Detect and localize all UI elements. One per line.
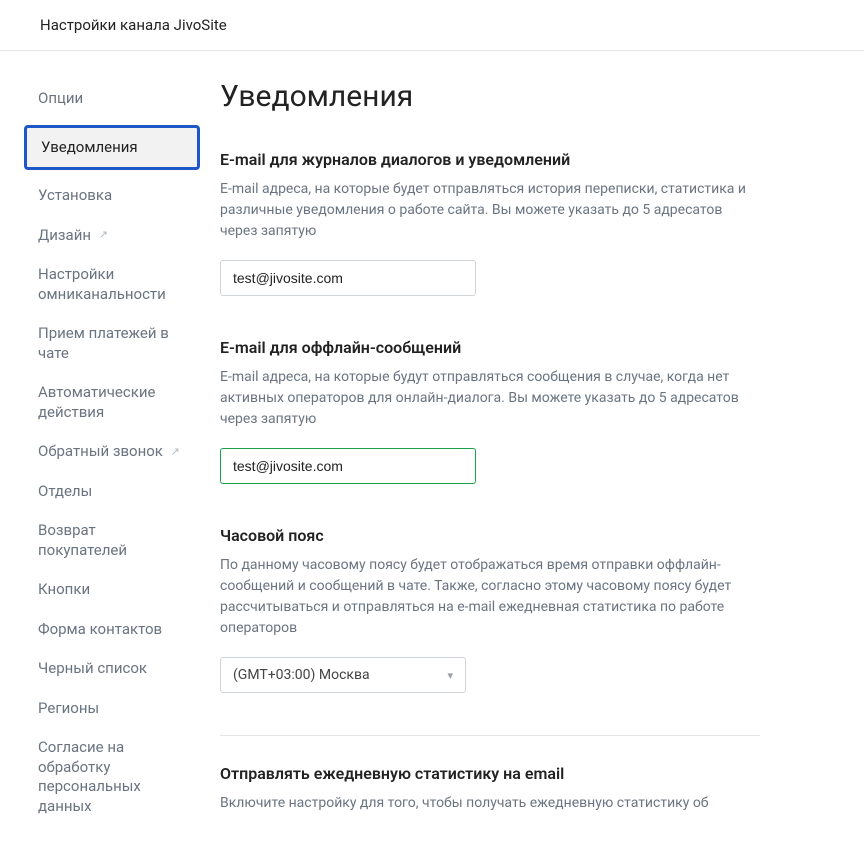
section-email-offline: E-mail для оффлайн-сообщений E-mail адре… bbox=[220, 338, 760, 484]
section-timezone: Часовой пояс По данному часовому поясу б… bbox=[220, 526, 760, 693]
sidebar-item-options[interactable]: Опции bbox=[24, 79, 200, 119]
page-title: Настройки канала JivoSite bbox=[40, 16, 227, 34]
sidebar-item-omnichannel[interactable]: Настройки омниканальности bbox=[24, 255, 200, 314]
sidebar-item-label: Уведомления bbox=[41, 138, 138, 156]
sidebar: Опции Уведомления Установка Дизайн ↗ Нас… bbox=[0, 51, 200, 856]
main-content: Уведомления E-mail для журналов диалогов… bbox=[200, 51, 800, 856]
sidebar-item-label: Установка bbox=[38, 186, 112, 204]
section-title: E-mail для оффлайн-сообщений bbox=[220, 338, 760, 357]
content-wrapper: Опции Уведомления Установка Дизайн ↗ Нас… bbox=[0, 51, 864, 856]
sidebar-item-label: Регионы bbox=[38, 699, 99, 717]
sidebar-item-departments[interactable]: Отделы bbox=[24, 472, 200, 512]
sidebar-item-callback[interactable]: Обратный звонок ↗ bbox=[24, 432, 200, 472]
email-offline-input[interactable] bbox=[220, 448, 476, 484]
page-header: Настройки канала JivoSite bbox=[0, 0, 864, 51]
sidebar-item-label: Обратный звонок bbox=[38, 442, 163, 460]
sidebar-item-contact-form[interactable]: Форма контактов bbox=[24, 610, 200, 650]
sidebar-item-label: Прием платежей в чате bbox=[38, 324, 169, 362]
section-desc: E-mail адреса, на которые будет отправля… bbox=[220, 179, 760, 242]
chevron-down-icon: ▾ bbox=[447, 669, 453, 682]
sidebar-item-label: Опции bbox=[38, 89, 83, 107]
sidebar-item-install[interactable]: Установка bbox=[24, 176, 200, 216]
sidebar-item-auto-actions[interactable]: Автоматические действия bbox=[24, 373, 200, 432]
sidebar-item-blacklist[interactable]: Черный список bbox=[24, 649, 200, 689]
sidebar-item-label: Согласие на обработку персональных данны… bbox=[38, 738, 141, 815]
sidebar-item-consent[interactable]: Согласие на обработку персональных данны… bbox=[24, 728, 200, 826]
section-title: E-mail для журналов диалогов и уведомлен… bbox=[220, 150, 760, 169]
section-title: Отправлять ежедневную статистику на emai… bbox=[220, 764, 760, 783]
sidebar-item-design[interactable]: Дизайн ↗ bbox=[24, 216, 200, 256]
section-divider bbox=[220, 735, 760, 736]
sidebar-item-regions[interactable]: Регионы bbox=[24, 689, 200, 729]
section-title: Часовой пояс bbox=[220, 526, 760, 545]
timezone-value: (GMT+03:00) Москва bbox=[233, 667, 370, 683]
sidebar-item-label: Настройки омниканальности bbox=[38, 265, 166, 303]
section-desc: E-mail адреса, на которые будут отправля… bbox=[220, 367, 760, 430]
sidebar-item-notifications[interactable]: Уведомления bbox=[24, 125, 200, 171]
sidebar-item-label: Возврат покупателей bbox=[38, 521, 127, 559]
sidebar-item-label: Черный список bbox=[38, 659, 147, 677]
sidebar-item-buttons[interactable]: Кнопки bbox=[24, 570, 200, 610]
section-desc: По данному часовому поясу будет отобража… bbox=[220, 555, 760, 639]
external-link-icon: ↗ bbox=[171, 445, 180, 459]
email-logs-input[interactable] bbox=[220, 260, 476, 296]
main-heading: Уведомления bbox=[220, 79, 760, 114]
sidebar-item-label: Дизайн bbox=[38, 226, 91, 244]
external-link-icon: ↗ bbox=[99, 228, 108, 242]
sidebar-item-label: Отделы bbox=[38, 482, 92, 500]
section-daily-stats: Отправлять ежедневную статистику на emai… bbox=[220, 764, 760, 814]
sidebar-item-label: Автоматические действия bbox=[38, 383, 155, 421]
section-email-logs: E-mail для журналов диалогов и уведомлен… bbox=[220, 150, 760, 296]
timezone-select[interactable]: (GMT+03:00) Москва ▾ bbox=[220, 657, 466, 693]
sidebar-item-return-visitors[interactable]: Возврат покупателей bbox=[24, 511, 200, 570]
sidebar-item-payments[interactable]: Прием платежей в чате bbox=[24, 314, 200, 373]
section-desc: Включите настройку для того, чтобы получ… bbox=[220, 793, 760, 814]
sidebar-item-label: Форма контактов bbox=[38, 620, 162, 638]
sidebar-item-label: Кнопки bbox=[38, 580, 90, 598]
